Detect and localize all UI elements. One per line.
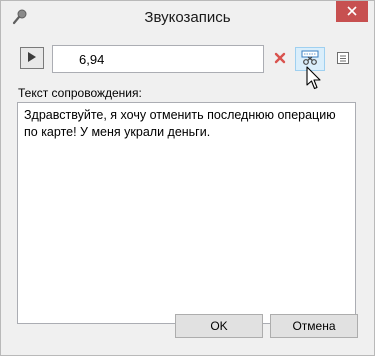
document-button[interactable] xyxy=(333,49,353,69)
delete-button[interactable] xyxy=(270,49,290,69)
cut-button[interactable] xyxy=(295,47,325,71)
close-button[interactable] xyxy=(336,1,368,22)
play-button[interactable] xyxy=(20,47,44,69)
recording-length-field[interactable]: 6,94 xyxy=(52,45,264,73)
cancel-button[interactable]: Отмена xyxy=(270,314,358,338)
caption-label: Текст сопровождения: xyxy=(18,86,142,100)
caption-textarea[interactable]: Здравствуйте, я хочу отменить последнюю … xyxy=(17,102,356,324)
close-icon xyxy=(347,5,357,19)
document-icon xyxy=(336,51,350,68)
play-icon xyxy=(27,51,37,66)
dialog-body: 6,94 Текст сопровождения: Здравствуйте, … xyxy=(8,33,367,347)
title-bar: Звукозапись xyxy=(1,1,374,33)
scissors-icon xyxy=(300,50,320,69)
ok-button[interactable]: OK xyxy=(175,314,263,338)
delete-x-icon xyxy=(274,52,286,67)
recording-dialog: Звукозапись 6,94 Текст сопровождения: Зд… xyxy=(0,0,375,356)
window-title: Звукозапись xyxy=(144,9,231,26)
